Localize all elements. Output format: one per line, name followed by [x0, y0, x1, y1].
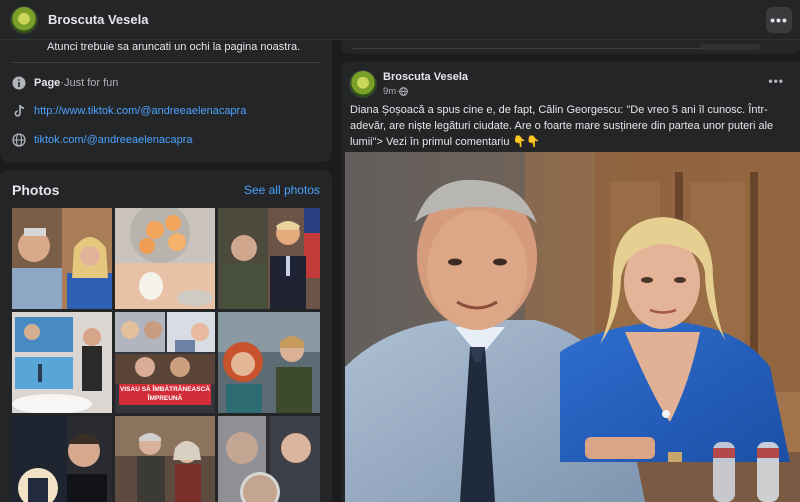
see-all-photos-link[interactable]: See all photos: [244, 183, 320, 197]
more-options-button[interactable]: •••: [766, 7, 792, 33]
photo-thumbnail[interactable]: [12, 208, 112, 309]
photo-thumbnail[interactable]: VISAU SĂ ÎMBĂTRÂNEASCĂ ÎMPREUNĂ: [115, 312, 215, 413]
post-author[interactable]: Broscuta Vesela: [383, 71, 468, 83]
page-category-row: Page · Just for fun: [12, 74, 118, 92]
category-label: Page: [34, 77, 61, 89]
post-text: Diana Șoșoacă a spus cine e, de fapt, Că…: [350, 104, 774, 148]
photo-thumbnail[interactable]: [12, 312, 112, 413]
post-more-options-button[interactable]: •••: [768, 74, 784, 88]
thumbnail-caption: VISAU SĂ ÎMBĂTRÂNEASCĂ ÎMPREUNĂ: [119, 384, 211, 405]
comment-input[interactable]: [700, 44, 760, 50]
photo-thumbnail[interactable]: [218, 208, 320, 309]
intro-tagline: Atunci trebuie sa aruncati un ochi la pa…: [47, 41, 301, 53]
photo-thumbnail[interactable]: [12, 416, 112, 502]
more-dots-icon: •••: [770, 12, 788, 28]
author-avatar[interactable]: [349, 70, 377, 98]
photos-card: Photos See all photos VISAU SĂ ÎMBĂTRÂNE…: [0, 170, 332, 502]
page-avatar[interactable]: [10, 5, 38, 34]
post-timestamp-row: 9m ·: [383, 86, 468, 97]
post-meta: Broscuta Vesela 9m ·: [383, 71, 468, 97]
photo-thumbnail[interactable]: [115, 208, 215, 309]
page-title[interactable]: Broscuta Vesela: [48, 12, 148, 27]
photos-title: Photos: [12, 182, 60, 198]
globe-small-icon: [399, 87, 409, 96]
tiktok-icon: [12, 104, 26, 118]
post-card: Broscuta Vesela 9m · ••• Diana Șoșoacă a…: [341, 62, 800, 502]
post-header: Broscuta Vesela 9m ·: [349, 70, 468, 98]
divider: [12, 62, 320, 63]
tiktok-link-row: http://www.tiktok.com/@andreeaelenacapra: [12, 102, 246, 120]
website-link-row: tiktok.com/@andreeaelenacapra: [12, 131, 193, 149]
photo-thumbnail[interactable]: [218, 312, 320, 413]
page-header: Broscuta Vesela •••: [0, 0, 800, 40]
previous-post-footer: [341, 40, 800, 54]
category-value: Just for fun: [63, 77, 119, 89]
photo-thumbnail[interactable]: [218, 416, 320, 502]
photo-thumbnail[interactable]: [115, 416, 215, 502]
website-link[interactable]: tiktok.com/@andreeaelenacapra: [34, 134, 193, 146]
tiktok-link[interactable]: http://www.tiktok.com/@andreeaelenacapra: [34, 105, 246, 117]
post-image[interactable]: [345, 152, 800, 502]
globe-icon: [12, 133, 26, 147]
info-icon: [12, 76, 26, 90]
post-time[interactable]: 9m: [383, 86, 396, 97]
intro-card: Atunci trebuie sa aruncati un ochi la pa…: [0, 40, 332, 162]
divider: [353, 48, 740, 49]
